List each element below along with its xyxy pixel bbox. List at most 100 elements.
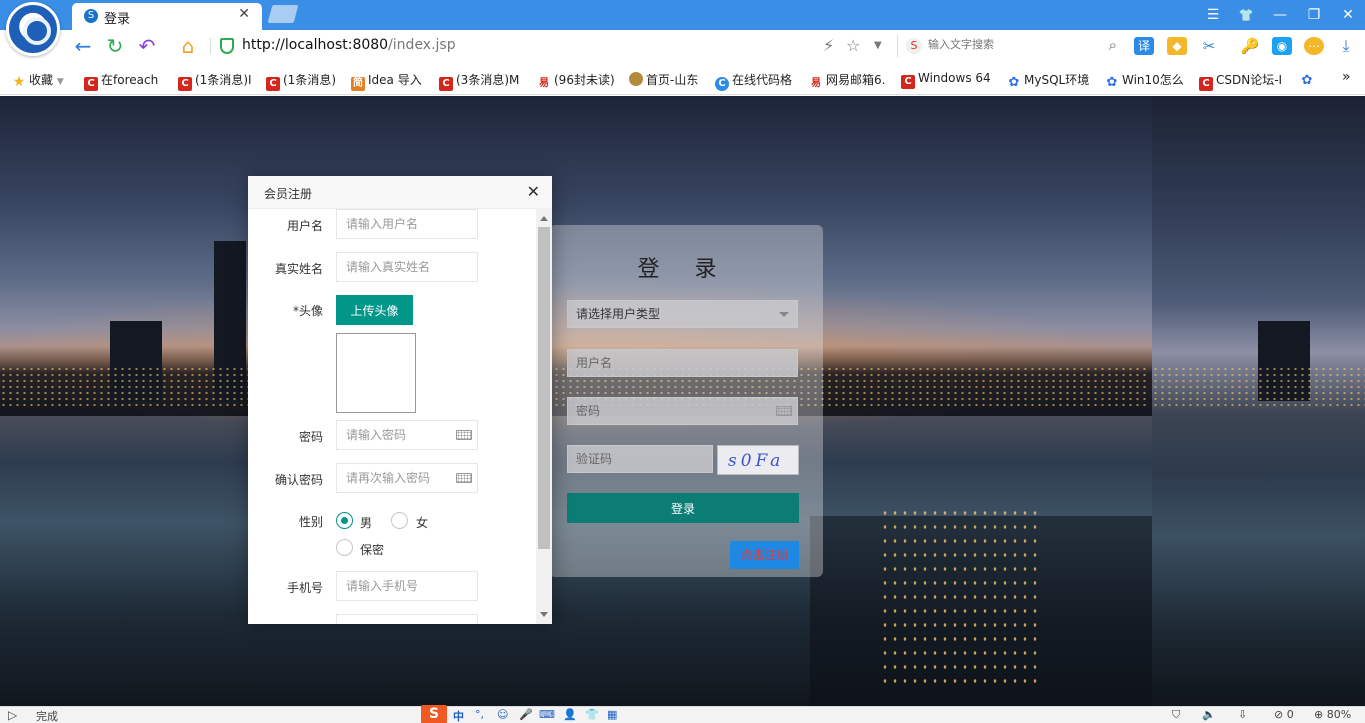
bookmark-item[interactable]: C (1条消息): [266, 71, 336, 91]
csdn-icon: C: [439, 77, 453, 91]
captcha-input[interactable]: 验证码: [567, 445, 713, 473]
ime-punctuation[interactable]: °,: [475, 708, 484, 721]
skin-icon[interactable]: 👕: [1232, 4, 1260, 26]
gender-label: 性别: [298, 515, 323, 529]
security-shield-icon[interactable]: [220, 38, 234, 54]
chevron-down-icon[interactable]: ▼: [874, 40, 882, 51]
refresh-icon[interactable]: ↻: [103, 34, 127, 58]
extension-icon[interactable]: ◆: [1167, 37, 1187, 55]
menu-icon[interactable]: ☰: [1199, 4, 1227, 26]
bookmark-item[interactable]: 首页-山东: [629, 71, 698, 88]
star-icon: ★: [12, 74, 26, 90]
login-panel: 登 录 请选择用户类型 用户名 密码 验证码 s0Fa 登录 点击注册: [549, 225, 823, 577]
bookmark-item[interactable]: 简 Idea 导入: [351, 71, 422, 91]
chevron-down-icon: [779, 312, 789, 317]
register-link[interactable]: 点击注册: [730, 541, 799, 569]
scroll-up-icon[interactable]: [540, 216, 548, 221]
dialog-title: 会员注册: [264, 187, 313, 201]
tab-close-icon[interactable]: ✕: [238, 6, 250, 22]
skin-icon[interactable]: 👕: [585, 708, 599, 721]
gender-option-label: 女: [416, 516, 429, 530]
keyboard-icon[interactable]: [456, 430, 472, 440]
download-manager-icon[interactable]: ⇩: [1238, 708, 1247, 721]
csdn-icon: C: [178, 77, 192, 91]
browser-tab[interactable]: S 登录 ✕: [72, 3, 262, 30]
search-input[interactable]: [928, 38, 1098, 51]
star-bookmark-icon[interactable]: ☆: [846, 36, 860, 55]
key-icon[interactable]: 🔑: [1240, 37, 1260, 55]
zoom-level[interactable]: ⊕ 80%: [1314, 708, 1351, 721]
bookmark-item[interactable]: 易网易邮箱6.: [809, 71, 885, 91]
phone-input[interactable]: [336, 571, 478, 601]
bookmark-item[interactable]: ✿ MySQL环境: [1007, 71, 1090, 90]
username-label: 用户名: [286, 219, 323, 233]
site-icon: [629, 72, 643, 86]
sogou-ime-icon[interactable]: S: [421, 705, 447, 723]
bookmark-item[interactable]: C (1条消息)I: [178, 71, 252, 91]
next-field-input[interactable]: [336, 614, 478, 624]
netease-icon: 易: [539, 78, 549, 89]
search-icon[interactable]: ⌕: [1109, 36, 1117, 54]
site-favicon-icon: S: [84, 9, 98, 23]
new-tab-button[interactable]: [267, 5, 299, 23]
bookmark-item[interactable]: C 在线代码格: [715, 71, 792, 91]
dialog-scrollbar[interactable]: [536, 209, 552, 624]
phone-label: 手机号: [286, 581, 323, 595]
bookmark-item[interactable]: C Windows 64: [901, 71, 991, 89]
login-password-input[interactable]: 密码: [567, 397, 798, 425]
bookmark-item[interactable]: C 在foreach: [84, 71, 158, 91]
scrollbar-thumb[interactable]: [538, 227, 550, 549]
undo-icon[interactable]: ↶: [135, 34, 159, 58]
minimize-button[interactable]: —: [1266, 4, 1294, 26]
gender-radio-male[interactable]: [336, 512, 353, 529]
keyboard-icon[interactable]: ⌨: [539, 708, 555, 721]
shield-icon[interactable]: ⛉: [1172, 708, 1180, 722]
captcha-image[interactable]: s0Fa: [717, 445, 799, 475]
marina-lights: [880, 506, 1040, 686]
grid-icon[interactable]: ▦: [607, 708, 617, 721]
bookmark-item[interactable]: C (3条消息)M: [439, 71, 519, 91]
gender-option-label: 保密: [360, 543, 385, 557]
bookmarks-more-icon[interactable]: »: [1342, 69, 1351, 85]
user-icon[interactable]: 👤: [563, 708, 577, 721]
url-field[interactable]: http://localhost:8080/index.jsp: [242, 37, 456, 53]
speaker-icon[interactable]: 🔈: [1202, 708, 1216, 721]
register-dialog: 会员注册 ✕ 用户名 真实姓名 *头像 上传头像 密码 确认密码 性别 男 女 …: [248, 176, 552, 624]
screenshot-scissors-icon[interactable]: ✂: [1199, 37, 1219, 55]
login-button[interactable]: 登录: [567, 493, 799, 523]
browser-logo-icon[interactable]: [6, 2, 60, 56]
browser-tool-icon[interactable]: ◉: [1272, 37, 1292, 55]
more-icon[interactable]: ⋯: [1304, 37, 1324, 55]
lightning-icon[interactable]: ⚡: [823, 36, 834, 55]
bookmark-item[interactable]: 易 (96封未读): [537, 71, 615, 91]
keyboard-icon[interactable]: [456, 473, 472, 483]
back-arrow-icon[interactable]: ←: [71, 34, 95, 58]
bookmark-item[interactable]: C CSDN论坛-I: [1199, 71, 1282, 91]
maximize-button[interactable]: ❐: [1300, 4, 1328, 26]
realname-input[interactable]: [336, 252, 478, 282]
close-icon[interactable]: ✕: [527, 182, 540, 201]
gender-radio-female[interactable]: [391, 512, 408, 529]
play-icon[interactable]: ▷: [8, 708, 17, 722]
gender-radio-secret[interactable]: [336, 539, 353, 556]
microphone-icon[interactable]: 🎤: [519, 708, 533, 721]
home-icon[interactable]: ⌂: [176, 34, 200, 58]
download-icon[interactable]: ⤓: [1336, 37, 1356, 55]
login-username-input[interactable]: 用户名: [567, 349, 798, 377]
block-counter[interactable]: ⊘ 0: [1274, 708, 1294, 721]
upload-avatar-button[interactable]: 上传头像: [336, 295, 413, 325]
emoji-icon[interactable]: ☺: [497, 708, 508, 721]
bookmark-item-favorites[interactable]: ★ 收藏 ▼: [12, 71, 64, 89]
scroll-down-icon[interactable]: [540, 612, 548, 617]
bookmark-overflow-paw-icon[interactable]: ✿: [1300, 71, 1317, 88]
translate-icon[interactable]: 译: [1134, 37, 1154, 55]
ime-language[interactable]: 中: [453, 708, 464, 723]
username-input[interactable]: [336, 209, 478, 239]
realname-label: 真实姓名: [274, 262, 323, 276]
ce-icon: C: [715, 77, 729, 91]
bookmark-item[interactable]: ✿ Win10怎么: [1105, 71, 1184, 90]
netease-icon: 易: [811, 78, 821, 89]
close-window-button[interactable]: ✕: [1334, 4, 1362, 26]
keyboard-icon[interactable]: [776, 406, 792, 416]
user-type-select[interactable]: 请选择用户类型: [567, 300, 798, 328]
